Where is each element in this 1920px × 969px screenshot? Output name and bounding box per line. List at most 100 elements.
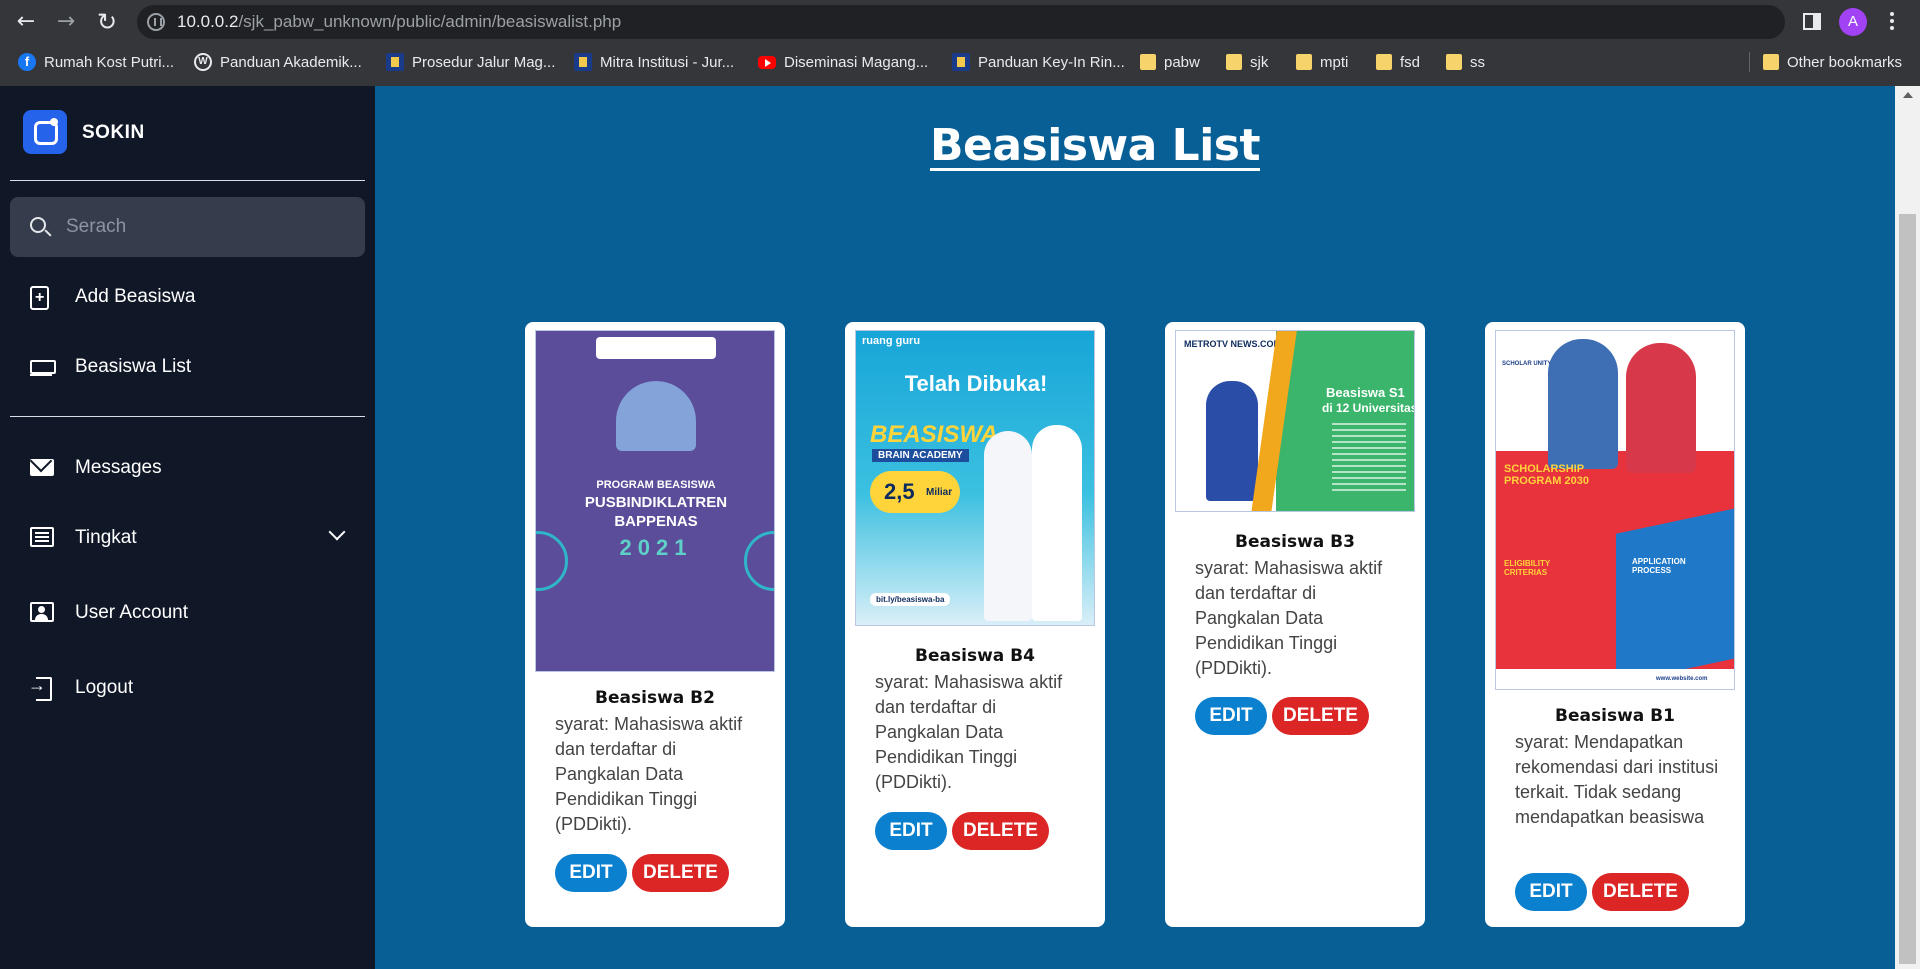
poster-brand: SCHOLAR UNITY: [1502, 361, 1552, 367]
site-info-icon[interactable]: [147, 13, 165, 31]
sidebar-item-label: User Account: [75, 602, 188, 623]
delete-button[interactable]: DELETE: [952, 812, 1049, 850]
sidebar: SOKIN Add Beasiswa Beasiswa List Message…: [0, 86, 375, 969]
sidebar-item-label: Logout: [75, 677, 134, 698]
user-card-icon: [30, 602, 54, 622]
browser-chrome: ← → ↻ 10.0.0.2/sjk_pabw_unknown/public/a…: [0, 0, 1920, 86]
student-figure: [984, 431, 1032, 621]
logo-strip: [596, 337, 716, 359]
card-title: Beasiswa B3: [1235, 532, 1355, 552]
reload-icon[interactable]: ↻: [93, 8, 121, 36]
bookmark-item[interactable]: Prosedur Jalur Mag...: [386, 52, 555, 72]
brand-name[interactable]: SOKIN: [82, 122, 145, 144]
poster-image: ruang guru Telah Dibuka! BEASISWA BRAIN …: [855, 330, 1095, 626]
sidebar-item-tingkat[interactable]: Tingkat: [10, 510, 365, 566]
student-figure: [1032, 425, 1082, 621]
poster-image: PROGRAM BEASISWA PUSBINDIKLATREN BAPPENA…: [535, 330, 775, 672]
sidebar-item-beasiswa-list[interactable]: Beasiswa List: [10, 339, 365, 395]
bookmark-item[interactable]: Diseminasi Magang...: [758, 52, 928, 72]
sidebar-item-logout[interactable]: Logout: [10, 660, 365, 716]
address-bar[interactable]: 10.0.0.2/sjk_pabw_unknown/public/admin/b…: [137, 5, 1785, 39]
scrollbar-thumb[interactable]: [1899, 214, 1916, 964]
university-icon: [386, 53, 404, 71]
poster-sub: BRAIN ACADEMY: [872, 449, 969, 462]
sidebar-item-messages[interactable]: Messages: [10, 440, 365, 496]
profile-avatar[interactable]: A: [1839, 8, 1867, 36]
youtube-icon: [758, 55, 776, 69]
university-icon: [574, 53, 592, 71]
delete-button[interactable]: DELETE: [1272, 697, 1369, 735]
folder-icon: [1140, 54, 1156, 70]
back-arrow-icon[interactable]: ←: [12, 8, 40, 36]
sidebar-item-label: Beasiswa List: [75, 356, 192, 377]
sidebar-item-user-account[interactable]: User Account: [10, 585, 365, 641]
brand-logo-icon[interactable]: [23, 110, 67, 154]
bookmark-item[interactable]: Panduan Key-In Rin...: [952, 52, 1125, 72]
card-description: syarat: Mahasiswa aktif dan terdaftar di…: [1195, 558, 1383, 678]
bookmark-item[interactable]: f Rumah Kost Putri...: [18, 52, 174, 72]
scroll-up-arrow-icon[interactable]: [1903, 92, 1913, 98]
folder-icon: [1446, 54, 1462, 70]
edit-button[interactable]: EDIT: [555, 854, 627, 892]
poster-name: BEASISWA: [870, 421, 999, 448]
add-file-icon: [30, 286, 49, 310]
url-text[interactable]: 10.0.0.2/sjk_pabw_unknown/public/admin/b…: [177, 12, 621, 32]
edit-button[interactable]: EDIT: [875, 812, 947, 850]
prize-badge: 2,5 Miliar: [870, 471, 960, 513]
poster-name: PUSBINDIKLATREN: [584, 494, 728, 511]
bookmark-folder[interactable]: pabw: [1140, 52, 1200, 72]
blue-panel: [1616, 508, 1734, 684]
page-title: Beasiswa List: [929, 120, 1261, 171]
side-panel-icon[interactable]: [1803, 13, 1821, 30]
folder-icon: [1296, 54, 1312, 70]
bookmark-folder[interactable]: fsd: [1376, 52, 1420, 72]
search-icon: [30, 217, 46, 233]
other-bookmarks[interactable]: Other bookmarks: [1763, 52, 1902, 72]
sidebar-divider: [10, 416, 365, 417]
poster-site: www.website.com: [1656, 676, 1708, 682]
bookmark-item[interactable]: W Panduan Akademik...: [194, 52, 362, 72]
search-input[interactable]: [66, 211, 346, 243]
mail-icon: [30, 459, 54, 476]
person-figure: [1206, 381, 1258, 501]
beasiswa-card: SCHOLAR UNITY SCHOLARSHIP PROGRAM 2030 E…: [1485, 322, 1745, 927]
delete-button[interactable]: DELETE: [1592, 873, 1689, 911]
folder-icon: [1226, 54, 1242, 70]
university-list: [1332, 423, 1406, 493]
delete-button[interactable]: DELETE: [632, 854, 729, 892]
browser-toolbar: ← → ↻ 10.0.0.2/sjk_pabw_unknown/public/a…: [0, 0, 1920, 44]
poster-brand: ruang guru: [862, 335, 921, 347]
facebook-icon: f: [18, 53, 36, 71]
bookmark-folder[interactable]: ss: [1446, 52, 1485, 72]
card-description: syarat: Mahasiswa aktif dan terdaftar di…: [555, 714, 743, 834]
edit-button[interactable]: EDIT: [1195, 697, 1267, 735]
poster-org: BAPPENAS: [614, 513, 698, 530]
student-figure: [1548, 339, 1618, 469]
poster-year: 2021: [619, 535, 693, 560]
card-description: syarat: Mahasiswa aktif dan terdaftar di…: [875, 672, 1063, 792]
bookmark-item[interactable]: Mitra Institusi - Jur...: [574, 52, 734, 72]
folder-icon: [1763, 54, 1779, 70]
sidebar-divider: [10, 180, 365, 181]
sidebar-item-label: Add Beasiswa: [75, 286, 196, 307]
more-menu-icon[interactable]: [1889, 10, 1895, 34]
poster-sub: di 12 Universitas: [1322, 401, 1415, 415]
poster-section: APPLICATION PROCESS: [1632, 557, 1686, 575]
bookmarks-divider: [1749, 52, 1750, 72]
student-figure: [1626, 343, 1696, 473]
bookmark-folder[interactable]: sjk: [1226, 52, 1268, 72]
edit-button[interactable]: EDIT: [1515, 873, 1587, 911]
illustration: [616, 381, 696, 451]
poster-headline: Telah Dibuka!: [904, 371, 1048, 396]
forward-arrow-icon[interactable]: →: [52, 8, 80, 36]
poster-link: bit.ly/beasiswa-ba: [870, 593, 951, 606]
poster-heading: PROGRAM BEASISWA: [596, 479, 716, 491]
sidebar-item-add-beasiswa[interactable]: Add Beasiswa: [10, 269, 365, 325]
card-description: syarat: Mendapatkan rekomendasi dari ins…: [1515, 732, 1719, 827]
chevron-down-icon[interactable]: [328, 523, 346, 541]
list-box-icon: [30, 527, 54, 547]
poster-headline: SCHOLARSHIP PROGRAM 2030: [1504, 463, 1589, 487]
scrollbar[interactable]: [1895, 86, 1920, 969]
bookmark-folder[interactable]: mpti: [1296, 52, 1348, 72]
card-title: Beasiswa B4: [915, 646, 1035, 666]
